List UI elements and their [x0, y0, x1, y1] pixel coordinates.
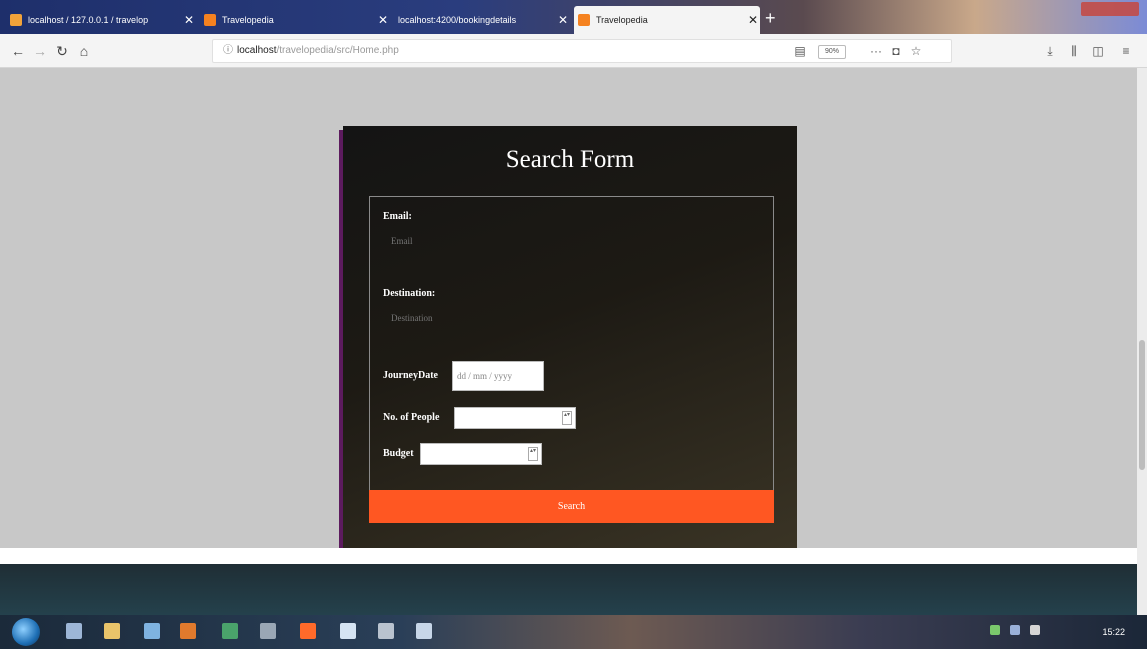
journey-date-field[interactable]: dd / mm / yyyy: [452, 361, 544, 391]
reader-view-icon[interactable]: ▤: [790, 41, 810, 61]
start-button[interactable]: [12, 618, 40, 646]
tab-bookingdetails[interactable]: localhost:4200/bookingdetails ✕: [394, 8, 570, 32]
tray-icon[interactable]: [1010, 625, 1020, 635]
email-label: Email:: [383, 211, 412, 222]
show-desktop-icon[interactable]: [66, 623, 82, 639]
email-field[interactable]: [389, 233, 593, 249]
network-icon[interactable]: [990, 625, 1000, 635]
page-actions-icon[interactable]: ···: [866, 41, 886, 61]
tab-travelopedia-active[interactable]: Travelopedia ✕: [574, 6, 760, 34]
forward-icon[interactable]: →: [30, 41, 50, 61]
volume-icon[interactable]: [1030, 625, 1040, 635]
people-label: No. of People: [383, 412, 440, 423]
window-controls[interactable]: [1081, 2, 1139, 16]
journey-date-label: JourneyDate: [383, 370, 438, 381]
page-footer: [0, 564, 1137, 615]
budget-stepper[interactable]: ▴▾: [420, 443, 542, 465]
close-icon[interactable]: ✕: [182, 13, 196, 27]
home-icon[interactable]: ⌂: [74, 41, 94, 61]
close-icon[interactable]: ✕: [746, 13, 760, 27]
people-stepper[interactable]: ▴▾: [454, 407, 576, 429]
firefox-icon[interactable]: [180, 623, 196, 639]
scrollbar[interactable]: [1137, 68, 1147, 615]
destination-field[interactable]: [389, 310, 593, 326]
os-taskbar: 15:22: [0, 615, 1147, 649]
tab-phpmyadmin[interactable]: localhost / 127.0.0.1 / travelop ✕: [6, 8, 196, 32]
app-icon[interactable]: [378, 623, 394, 639]
new-tab-button[interactable]: +: [765, 8, 776, 28]
app-icon[interactable]: [144, 623, 160, 639]
explorer-icon[interactable]: [104, 623, 120, 639]
back-icon[interactable]: ←: [8, 41, 28, 61]
tab-strip: localhost / 127.0.0.1 / travelop ✕ Trave…: [0, 0, 1147, 34]
travelopedia-icon: [204, 14, 216, 26]
chrome-icon[interactable]: [222, 623, 238, 639]
tab-travelopedia-1[interactable]: Travelopedia ✕: [200, 8, 390, 32]
travelopedia-icon: [578, 14, 590, 26]
browser-toolbar: ← → ↻ ⌂ ⓘ localhost/travelopedia/src/Home…: [0, 34, 1147, 68]
scroll-thumb[interactable]: [1139, 340, 1145, 470]
close-icon[interactable]: ✕: [556, 13, 570, 27]
menu-icon[interactable]: ≡: [1116, 41, 1136, 61]
info-icon[interactable]: ⓘ: [223, 45, 233, 56]
spinner-icon[interactable]: ▴▾: [562, 411, 572, 425]
reload-icon[interactable]: ↻: [52, 41, 72, 61]
search-form-card: Search Form Email: Destination: JourneyD…: [343, 126, 797, 548]
zoom-level[interactable]: 90%: [818, 45, 846, 59]
search-button[interactable]: Search: [369, 490, 774, 523]
page-divider: [0, 548, 1137, 564]
sidebar-icon[interactable]: ◫: [1088, 41, 1108, 61]
app-icon[interactable]: [340, 623, 356, 639]
library-icon[interactable]: ⫼: [1064, 41, 1084, 61]
downloads-icon[interactable]: ⤓: [1040, 41, 1060, 61]
bookmark-star-icon[interactable]: ☆: [906, 41, 926, 61]
app-icon[interactable]: [300, 623, 316, 639]
form-title: Search Form: [505, 146, 635, 173]
app-icon[interactable]: [416, 623, 432, 639]
pocket-icon[interactable]: ◘: [886, 41, 906, 61]
app-icon[interactable]: [260, 623, 276, 639]
system-clock[interactable]: 15:22: [1102, 627, 1125, 637]
close-icon[interactable]: ✕: [376, 13, 390, 27]
phpmyadmin-icon: [10, 14, 22, 26]
destination-label: Destination:: [383, 288, 436, 299]
spinner-icon[interactable]: ▴▾: [528, 447, 538, 461]
budget-label: Budget: [383, 448, 414, 459]
form-fieldset: Email: Destination: JourneyDate dd / mm …: [369, 196, 774, 493]
